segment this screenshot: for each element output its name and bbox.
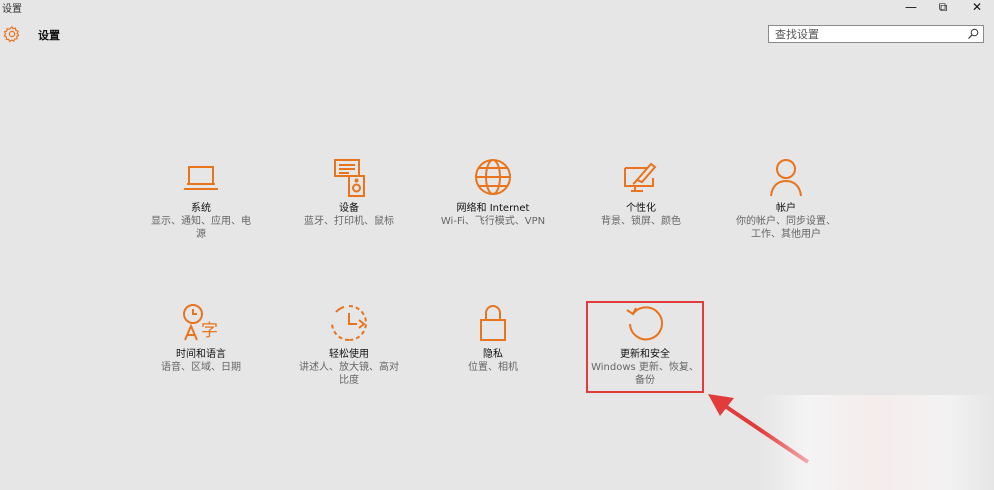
laptop-icon <box>184 166 218 190</box>
restore-button[interactable]: ⧉ <box>926 0 960 14</box>
tile-system[interactable]: 系统 显示、通知、应用、电源 <box>141 158 261 241</box>
tile-ease-of-access[interactable]: 轻松使用 讲述人、放大镜、高对比度 <box>289 302 409 387</box>
tile-personalization-desc: 背景、锁屏、颜色 <box>601 216 681 227</box>
tile-system-desc: 显示、通知、应用、电源 <box>151 216 251 240</box>
globe-icon <box>475 159 511 195</box>
tile-time-language-desc: 语音、区域、日期 <box>161 362 241 373</box>
tile-devices-name: 设备 <box>339 203 359 214</box>
gear-icon <box>3 25 20 43</box>
search-icon[interactable] <box>967 28 979 40</box>
tile-network[interactable]: 网络和 Internet Wi-Fi、飞行模式、VPN <box>433 156 553 228</box>
close-button[interactable]: ✕ <box>960 0 994 14</box>
tile-accounts-name: 帐户 <box>776 203 796 214</box>
tile-network-desc: Wi-Fi、飞行模式、VPN <box>440 216 546 227</box>
tile-accounts-desc: 你的帐户、同步设置、工作、其他用户 <box>736 216 836 240</box>
watermark-blur <box>760 395 994 490</box>
tile-personalization[interactable]: 个性化 背景、锁屏、颜色 <box>581 158 701 228</box>
tile-privacy[interactable]: 隐私 位置、相机 <box>433 302 553 374</box>
tile-system-name: 系统 <box>191 203 211 214</box>
search-box[interactable] <box>768 25 984 43</box>
window-title: 设置 <box>2 4 22 15</box>
minimize-button[interactable]: — <box>894 0 928 14</box>
tile-accounts[interactable]: 帐户 你的帐户、同步设置、工作、其他用户 <box>726 156 846 241</box>
tile-time-language-name: 时间和语言 <box>176 349 226 360</box>
page-title: 设置 <box>38 29 60 42</box>
tile-network-name: 网络和 Internet <box>456 203 530 214</box>
tile-ease-of-access-name: 轻松使用 <box>329 349 369 360</box>
highlight-box <box>586 301 704 393</box>
svg-text:字: 字 <box>201 321 218 341</box>
devices-icon <box>334 159 365 197</box>
time-language-icon: 字 <box>183 304 218 341</box>
tile-ease-of-access-desc: 讲述人、放大镜、高对比度 <box>299 362 399 386</box>
tile-time-language[interactable]: 字 时间和语言 语音、区域、日期 <box>141 302 261 374</box>
tile-devices[interactable]: 设备 蓝牙、打印机、鼠标 <box>289 158 409 228</box>
tile-privacy-desc: 位置、相机 <box>468 362 518 373</box>
lock-icon <box>480 305 506 341</box>
paint-icon <box>624 162 657 192</box>
search-input[interactable] <box>769 26 965 42</box>
tile-privacy-name: 隐私 <box>483 349 503 360</box>
tile-personalization-name: 个性化 <box>626 203 656 214</box>
person-icon <box>770 159 802 197</box>
tile-devices-desc: 蓝牙、打印机、鼠标 <box>304 216 394 227</box>
title-bar: 设置 — ⧉ ✕ <box>0 0 994 15</box>
ease-of-access-icon <box>331 305 367 341</box>
